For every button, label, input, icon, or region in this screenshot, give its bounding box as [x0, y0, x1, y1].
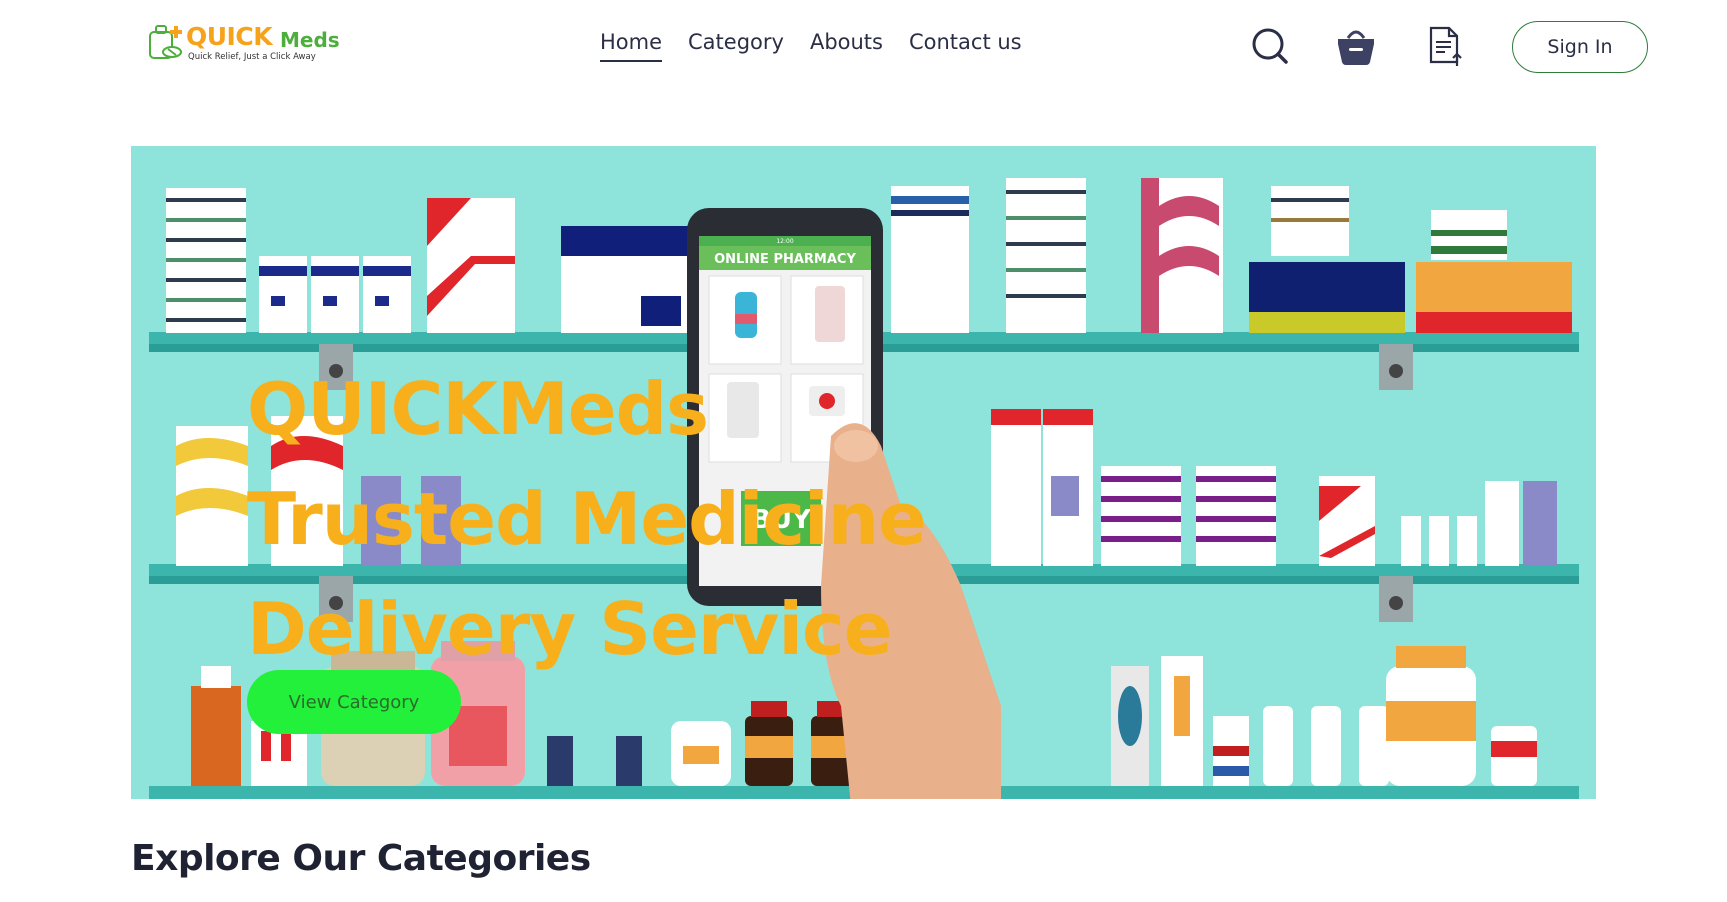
brand-tagline: Quick Relief, Just a Click Away [188, 52, 316, 62]
orders-button[interactable] [1423, 24, 1467, 68]
nav-abouts[interactable]: Abouts [810, 30, 883, 62]
categories-section-title: Explore Our Categories [131, 838, 591, 879]
main-nav: Home Category Abouts Contact us [600, 30, 1048, 62]
search-button[interactable] [1248, 24, 1292, 68]
brand-name-meds: Meds [280, 28, 340, 52]
nav-home[interactable]: Home [600, 30, 663, 62]
search-icon [1252, 28, 1288, 64]
sign-in-button[interactable]: Sign In [1512, 21, 1648, 73]
nav-category[interactable]: Category [688, 30, 784, 62]
view-category-button[interactable]: View Category [247, 670, 461, 734]
hero-banner: ONLINE PHARMACY 12:00 BUY QUICKMeds Trus… [131, 146, 1596, 799]
hero-title-line-2: Trusted Medicine [247, 477, 927, 561]
nav-contact-us[interactable]: Contact us [909, 30, 1022, 62]
pill-logo-icon [149, 25, 182, 59]
brand-wordmark: QUICK Meds Quick Relief, Just a Click Aw… [186, 22, 346, 66]
orders-document-icon [1429, 26, 1462, 66]
brand-name-quick: QUICK [186, 22, 273, 51]
hero-title-line-3: Delivery Service [247, 587, 893, 671]
cart-basket-icon [1338, 30, 1374, 65]
hero-title: QUICKMeds Trusted Medicine Delivery Serv… [247, 354, 927, 684]
cart-button[interactable] [1334, 24, 1378, 68]
brand-logo[interactable]: QUICK Meds Quick Relief, Just a Click Aw… [146, 22, 346, 66]
hero-title-line-1: QUICKMeds [247, 367, 709, 451]
site-header: QUICK Meds Quick Relief, Just a Click Aw… [0, 0, 1727, 100]
